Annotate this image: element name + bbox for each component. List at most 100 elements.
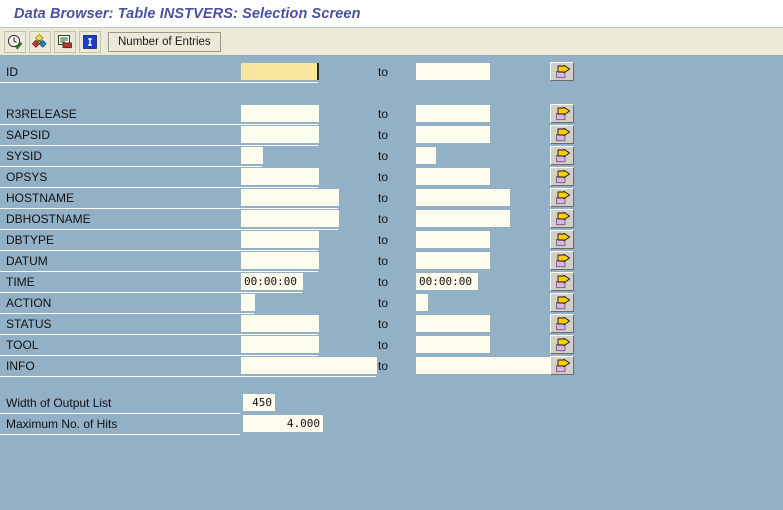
selection-options-icon-button[interactable] — [54, 30, 76, 53]
field-to-input[interactable] — [416, 315, 490, 332]
to-label: to — [378, 128, 389, 142]
window-title-bar: Data Browser: Table INSTVERS: Selection … — [0, 0, 783, 28]
field-to-input[interactable] — [416, 126, 490, 143]
to-label: to — [378, 107, 389, 121]
width-of-output-list-row: Width of Output List — [0, 393, 783, 414]
to-label: to — [378, 233, 389, 247]
selection-row: HOSTNAME to — [0, 188, 783, 209]
field-from-input[interactable] — [241, 231, 319, 248]
dynamic-selections-icon-button[interactable] — [29, 30, 51, 53]
multiple-selection-arrow-button[interactable] — [550, 314, 574, 333]
multiple-selection-arrow-button[interactable] — [550, 125, 574, 144]
to-label: to — [378, 275, 389, 289]
arrow-right-icon — [553, 190, 571, 205]
arrow-right-icon — [553, 127, 571, 142]
field-label: DBTYPE — [6, 233, 55, 247]
field-from-input[interactable] — [241, 315, 319, 332]
multiple-selection-arrow-button[interactable] — [550, 188, 574, 207]
field-label: TOOL — [6, 338, 39, 352]
field-from-input[interactable] — [241, 357, 377, 374]
multiple-selection-arrow-button[interactable] — [550, 104, 574, 123]
to-label: to — [378, 359, 389, 373]
information-icon-button[interactable] — [79, 30, 101, 53]
selection-rows: ID to R3RELEASE to SAPSID to SYSID to OPSYS to HOS… — [0, 62, 783, 377]
multiple-selection-arrow-button[interactable] — [550, 272, 574, 291]
field-from-input[interactable] — [241, 189, 339, 206]
field-label: STATUS — [6, 317, 52, 331]
multiple-selection-arrow-button[interactable] — [550, 230, 574, 249]
selection-row: R3RELEASE to — [0, 104, 783, 125]
field-from-input[interactable] — [241, 147, 263, 164]
selection-row: DATUM to — [0, 251, 783, 272]
to-label: to — [378, 65, 389, 79]
selection-screen-form: ID to R3RELEASE to SAPSID to SYSID to OPSYS to HOS… — [0, 56, 783, 435]
field-from-input[interactable] — [241, 210, 339, 227]
field-from-input[interactable] — [241, 63, 319, 80]
arrow-right-icon — [553, 274, 571, 289]
arrow-right-icon — [553, 148, 571, 163]
multiple-selection-arrow-button[interactable] — [550, 62, 574, 81]
field-from-input[interactable] — [241, 126, 319, 143]
arrow-right-icon — [553, 253, 571, 268]
field-to-input[interactable] — [416, 357, 552, 374]
field-label: TIME — [6, 275, 35, 289]
field-to-input[interactable] — [416, 105, 490, 122]
field-label: DBHOSTNAME — [6, 212, 91, 226]
field-from-input[interactable] — [241, 273, 303, 290]
arrow-right-icon — [553, 64, 571, 79]
field-from-input[interactable] — [241, 294, 255, 311]
arrow-right-icon — [553, 295, 571, 310]
multiple-selection-arrow-button[interactable] — [550, 209, 574, 228]
field-to-input[interactable] — [416, 210, 510, 227]
multiple-selection-arrow-button[interactable] — [550, 335, 574, 354]
number-of-entries-button[interactable]: Number of Entries — [108, 31, 221, 52]
multiple-selection-arrow-button[interactable] — [550, 356, 574, 375]
to-label: to — [378, 296, 389, 310]
field-label: HOSTNAME — [6, 191, 75, 205]
field-label: ID — [6, 65, 18, 79]
selection-row: SAPSID to — [0, 125, 783, 146]
field-label: INFO — [6, 359, 35, 373]
arrow-right-icon — [553, 358, 571, 373]
row-spacer — [0, 83, 783, 104]
multiple-selection-arrow-button[interactable] — [550, 146, 574, 165]
execute-clock-icon-button[interactable] — [4, 30, 26, 53]
field-label: OPSYS — [6, 170, 48, 184]
to-label: to — [378, 317, 389, 331]
execute-clock-icon — [7, 34, 23, 50]
field-from-input[interactable] — [241, 105, 319, 122]
field-to-input[interactable] — [416, 294, 428, 311]
multiple-selection-arrow-button[interactable] — [550, 251, 574, 270]
to-label: to — [378, 170, 389, 184]
arrow-right-icon — [553, 169, 571, 184]
field-to-input[interactable] — [416, 189, 510, 206]
selection-row: DBHOSTNAME to — [0, 209, 783, 230]
multiple-selection-arrow-button[interactable] — [550, 167, 574, 186]
field-to-input[interactable] — [416, 273, 478, 290]
selection-row: TOOL to — [0, 335, 783, 356]
field-to-input[interactable] — [416, 63, 490, 80]
selection-row: INFO to — [0, 356, 783, 377]
width-of-output-list-input[interactable] — [243, 394, 275, 411]
arrow-right-icon — [553, 337, 571, 352]
field-to-input[interactable] — [416, 231, 490, 248]
selection-row: STATUS to — [0, 314, 783, 335]
field-to-input[interactable] — [416, 168, 490, 185]
width-of-output-list-label: Width of Output List — [6, 396, 112, 410]
field-label: R3RELEASE — [6, 107, 77, 121]
field-to-input[interactable] — [416, 252, 490, 269]
field-from-input[interactable] — [241, 168, 319, 185]
selection-row: DBTYPE to — [0, 230, 783, 251]
maximum-no-of-hits-input[interactable] — [243, 415, 323, 432]
to-label: to — [378, 212, 389, 226]
field-from-input[interactable] — [241, 336, 319, 353]
multiple-selection-arrow-button[interactable] — [550, 293, 574, 312]
field-to-input[interactable] — [416, 147, 436, 164]
selection-row: ID to — [0, 62, 783, 83]
field-from-input[interactable] — [241, 252, 319, 269]
selection-row: TIME to — [0, 272, 783, 293]
field-to-input[interactable] — [416, 336, 490, 353]
selection-options-icon — [57, 34, 73, 50]
to-label: to — [378, 191, 389, 205]
field-label: DATUM — [6, 254, 48, 268]
